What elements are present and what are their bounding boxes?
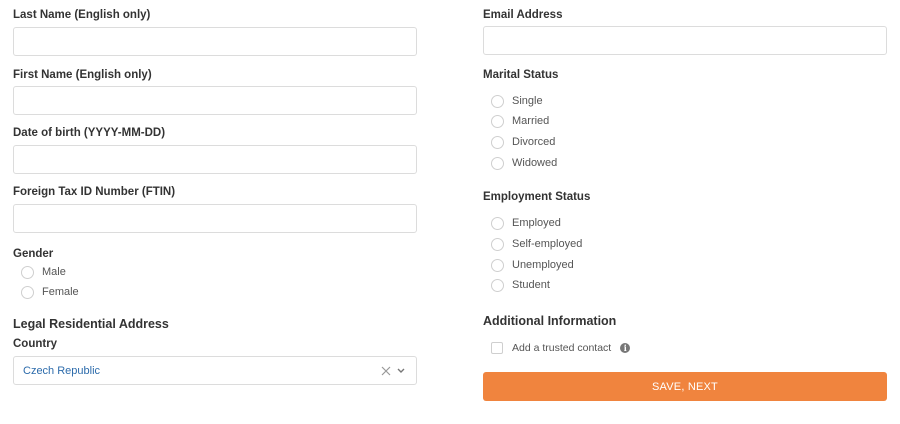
email-label: Email Address (483, 9, 563, 21)
marital-option-widowed[interactable]: Widowed (491, 155, 557, 171)
info-icon[interactable]: i (620, 343, 631, 353)
marital-status-label: Marital Status (483, 69, 559, 81)
first-name-label: First Name (English only) (13, 69, 152, 81)
last-name-input[interactable] (13, 27, 417, 56)
first-name-input[interactable] (13, 86, 417, 115)
country-label: Country (13, 338, 58, 350)
dob-input[interactable] (13, 145, 417, 174)
radio-label: Widowed (512, 157, 558, 169)
country-select[interactable]: Czech Republic (13, 356, 417, 385)
gender-option-female[interactable]: Female (21, 284, 79, 300)
employment-option-self-employed[interactable]: Self-employed (491, 236, 582, 252)
radio-button[interactable] (491, 135, 504, 149)
marital-option-married[interactable]: Married (491, 113, 549, 129)
radio-button[interactable] (21, 285, 34, 299)
trusted-contact-checkbox[interactable] (491, 342, 503, 354)
employment-option-student[interactable]: Student (491, 277, 550, 293)
radio-button[interactable] (491, 237, 504, 251)
country-select-value: Czech Republic (23, 364, 101, 377)
employment-option-unemployed[interactable]: Unemployed (491, 257, 574, 273)
radio-button[interactable] (491, 258, 504, 272)
address-heading: Legal Residential Address (13, 317, 169, 331)
additional-info-heading: Additional Information (483, 314, 617, 328)
chevron-down-icon[interactable] (396, 366, 406, 376)
radio-button[interactable] (21, 265, 34, 279)
ftin-input[interactable] (13, 204, 417, 233)
ftin-label: Foreign Tax ID Number (FTIN) (13, 186, 176, 198)
radio-button[interactable] (491, 94, 504, 108)
radio-button[interactable] (491, 278, 504, 292)
radio-label: Single (512, 95, 543, 107)
radio-label: Unemployed (512, 259, 574, 271)
last-name-label: Last Name (English only) (13, 9, 151, 21)
gender-label: Gender (13, 248, 54, 260)
marital-option-divorced[interactable]: Divorced (491, 134, 555, 150)
radio-button[interactable] (491, 216, 504, 230)
save-next-button[interactable]: SAVE, NEXT (483, 372, 887, 401)
employment-status-label: Employment Status (483, 191, 591, 203)
radio-label: Female (42, 286, 79, 298)
radio-label: Self-employed (512, 238, 583, 250)
dob-label: Date of birth (YYYY-MM-DD) (13, 127, 166, 139)
trusted-contact-label: Add a trusted contact (512, 342, 612, 354)
radio-button[interactable] (491, 114, 504, 128)
radio-label: Employed (512, 217, 561, 229)
trusted-contact-option[interactable]: Add a trusted contact i (491, 340, 631, 356)
email-input[interactable] (483, 26, 887, 55)
radio-button[interactable] (491, 156, 504, 170)
radio-label: Divorced (512, 136, 556, 148)
marital-option-single[interactable]: Single (491, 93, 543, 109)
radio-label: Married (512, 115, 550, 127)
close-icon[interactable] (380, 365, 392, 377)
gender-option-male[interactable]: Male (21, 264, 66, 280)
radio-label: Male (42, 266, 66, 278)
employment-option-employed[interactable]: Employed (491, 215, 561, 231)
radio-label: Student (512, 279, 550, 291)
